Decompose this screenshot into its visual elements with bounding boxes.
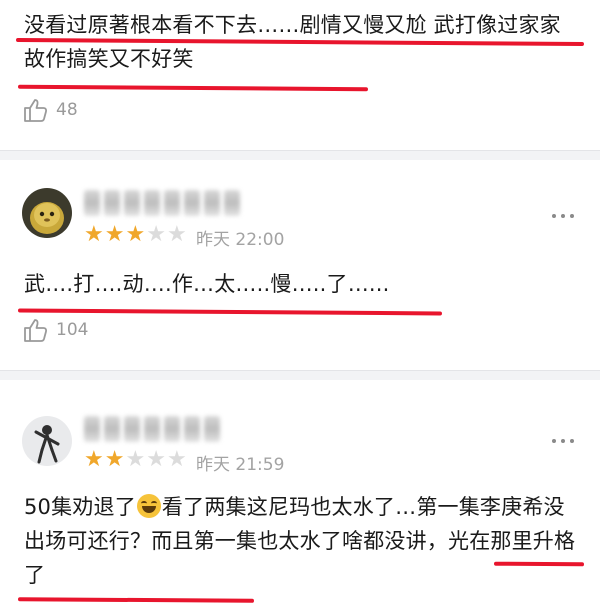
divider <box>0 370 600 371</box>
highlight-underline <box>17 84 369 92</box>
comment-text: 50集劝退了 看了两集这尼玛也太水了…第一集李庚希没出场可还行？而且第一集也太水了… <box>24 490 584 592</box>
thumbs-up-icon <box>24 99 48 122</box>
avatar[interactable] <box>22 416 72 466</box>
comment-time: 昨天 22:00 <box>196 230 285 250</box>
blurred-username <box>84 188 240 218</box>
like-button[interactable]: 104 <box>22 316 88 344</box>
blurred-username <box>84 414 220 444</box>
rating-stars: ★ ★ ★ ★ ★ <box>84 447 187 472</box>
like-count: 48 <box>56 100 78 120</box>
comment-time: 昨天 21:59 <box>196 455 285 475</box>
highlight-underline <box>493 561 585 567</box>
comment-text-part: 50集劝退了 <box>24 495 136 519</box>
smiling-sweat-emoji <box>136 494 161 518</box>
comment-card: ★ ★ ★ ★ ★ 昨天 21:59 50集劝退了 看了两集这尼玛也太水了…第一集李庚希没… <box>0 380 600 614</box>
highlight-underline <box>17 597 255 603</box>
divider <box>0 150 600 151</box>
more-icon[interactable] <box>552 439 574 443</box>
more-icon[interactable] <box>552 214 574 218</box>
like-button[interactable]: 48 <box>22 96 78 124</box>
rating-stars: ★ ★ ★ ★ ★ <box>84 222 187 247</box>
like-count: 104 <box>56 320 89 340</box>
thumbs-up-icon <box>24 319 48 342</box>
comment-text: 武….打….动….作…太…..慢…..了…... <box>24 272 390 296</box>
avatar[interactable] <box>22 188 72 238</box>
highlight-underline <box>17 308 443 316</box>
comment-card: ★ ★ ★ ★ ★ 昨天 22:00 武….打….动….作…太…..慢…..了…... … <box>0 160 600 370</box>
comment-card: 没看过原著根本看不下去……剧情又慢又尬 武打像过家家 故作搞笑又不好笑 48 <box>0 0 600 150</box>
